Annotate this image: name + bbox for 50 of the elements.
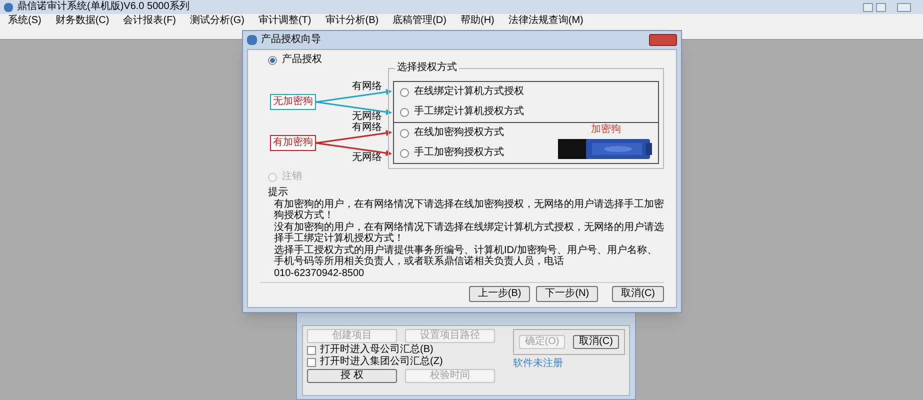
hint-text: 选择手工授权方式的用户请提供事务所编号、计算机ID/加密狗号、用户号、用户名称、手机号码等所用相关负责人，或者联系鼎信诺相关负责人员，电话 xyxy=(273,245,658,267)
button[interactable]: 授 权 xyxy=(307,369,397,383)
network-label: 有网络 xyxy=(352,82,382,92)
radio-label: 在线绑定计算机方式授权 xyxy=(414,87,524,97)
button[interactable]: 上一步(B) xyxy=(468,286,530,302)
radio-button[interactable] xyxy=(400,148,410,158)
network-label: 有网络 xyxy=(352,123,382,133)
button[interactable]: 取消(C) xyxy=(612,286,664,302)
button[interactable]: 取消(C) xyxy=(573,335,619,349)
picture-caption: 加密狗 xyxy=(591,125,621,135)
button: 校验时间 xyxy=(405,369,495,383)
radio-label: 产品授权 xyxy=(282,55,322,65)
menu-item[interactable]: 会计报表(F) xyxy=(123,16,176,26)
dialog-title: 产品授权向导 xyxy=(261,35,321,45)
menu-item[interactable]: 财务数据(C) xyxy=(55,16,110,26)
group-title: 选择授权方式 xyxy=(395,63,460,73)
menu-item[interactable]: 系统(S) xyxy=(8,16,42,26)
radio-button[interactable] xyxy=(400,88,410,96)
radio-button[interactable] xyxy=(268,56,277,64)
hint-text: 没有加密狗的用户，在有网络情况下请选择在线绑定计算机方式授权，无网络的用户请选择手工绑定计算机授权方式！ xyxy=(273,222,664,244)
network-label: 无网络 xyxy=(352,112,382,122)
menu-item[interactable]: 底稿管理(D) xyxy=(392,16,446,26)
dongle-label: 有加密狗 xyxy=(270,135,316,151)
menu-item[interactable]: 审计分析(B) xyxy=(325,16,379,26)
checkbox[interactable] xyxy=(307,358,316,366)
radio-label: 手工加密狗授权方式 xyxy=(414,148,504,158)
menu-item[interactable]: 法律法规查询(M) xyxy=(508,16,584,26)
radio-label: 手工绑定计算机授权方式 xyxy=(414,107,524,117)
checkbox-label: 打开时进入母公司汇总(B) xyxy=(320,345,434,355)
app-icon xyxy=(4,2,13,12)
radio-label: 在线加密狗授权方式 xyxy=(414,128,504,138)
button: 设置项目路径 xyxy=(405,329,495,343)
checkbox-label: 打开时进入集团公司汇总(Z) xyxy=(320,357,443,367)
dongle-label: 无加密狗 xyxy=(270,94,316,110)
menu-item[interactable]: 帮助(H) xyxy=(460,16,494,26)
button: 确定(O) xyxy=(519,335,565,349)
app-icon xyxy=(247,35,257,45)
menu-item[interactable]: 审计调整(T) xyxy=(258,16,312,26)
menu-item[interactable]: 测试分析(G) xyxy=(190,16,244,26)
radio-button[interactable] xyxy=(400,128,410,138)
window-title: 鼎信诺审计系统(单机版)V6.0 5000系列 xyxy=(17,2,190,12)
hint-text: 010-62370942-8500 xyxy=(273,268,366,279)
hint-text: 有加密狗的用户，在有网络情况下请选择在线加密狗授权，无网络的用户请选择手工加密狗授权方式！ xyxy=(273,199,664,221)
network-label: 无网络 xyxy=(352,153,382,163)
radio-button[interactable] xyxy=(400,108,410,116)
button: 创建项目 xyxy=(307,329,397,343)
hint-title: 提示 xyxy=(268,188,289,198)
checkbox[interactable] xyxy=(307,346,316,354)
radio-label: 注销 xyxy=(282,172,302,182)
button[interactable]: 下一步(N) xyxy=(536,286,598,302)
